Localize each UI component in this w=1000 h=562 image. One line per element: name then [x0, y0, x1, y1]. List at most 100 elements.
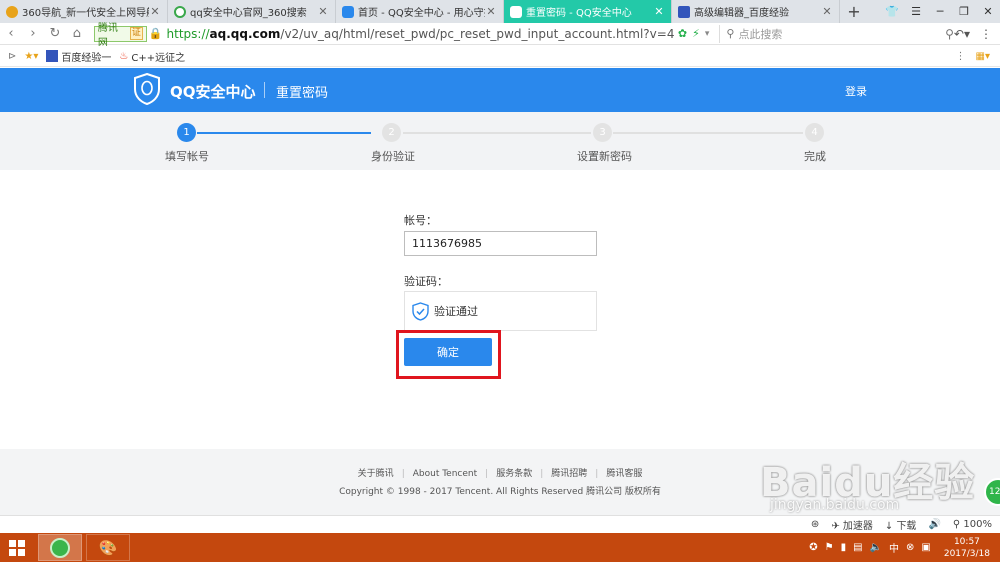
footer-link-terms[interactable]: 服务条款: [496, 469, 532, 479]
bookmarks-bar: ⊳ ★▾ 百度经验一 ♨ C++远征之 ⋮ ▦▾: [0, 46, 1000, 67]
360-icon: [6, 5, 18, 18]
bookmark-cpp[interactable]: ♨ C++远征之: [119, 49, 185, 64]
dropdown-icon[interactable]: ▾: [705, 29, 710, 39]
bookmark-baidu[interactable]: 百度经验一: [46, 49, 111, 64]
windows-taskbar: 🎨 ✪ ⚑ ▮ ▤ 🔈 中 ⊗ ▣ 10:57 2017/3/18: [0, 533, 1000, 562]
account-input[interactable]: [404, 231, 597, 256]
flag-icon[interactable]: ⚑: [825, 542, 834, 553]
search-icon[interactable]: ⚲: [945, 27, 954, 41]
url-scheme: https://: [166, 26, 210, 41]
close-tab-icon[interactable]: ✕: [149, 5, 161, 18]
notification-icon[interactable]: ⊗: [906, 542, 914, 553]
close-tab-icon[interactable]: ✕: [317, 5, 329, 18]
login-link[interactable]: 登录: [845, 83, 867, 99]
refresh-icon[interactable]: ↻: [44, 26, 66, 41]
tab-title: qq安全中心官网_360搜索: [190, 8, 307, 19]
url-host: aq.qq.com: [209, 26, 281, 41]
accelerator-button[interactable]: ✈ 加速器: [831, 517, 873, 532]
system-clock[interactable]: 10:57 2017/3/18: [944, 536, 990, 560]
tab-title: 高级编辑器_百度经验: [694, 8, 789, 19]
footer-link-support[interactable]: 腾讯客服: [606, 469, 642, 479]
accel-label: 加速器: [842, 521, 873, 532]
favorites-icon[interactable]: ★▾: [24, 51, 38, 62]
action-center-icon[interactable]: ▣: [921, 542, 930, 553]
close-tab-icon[interactable]: ✕: [821, 5, 833, 18]
tab-title: 首页 - QQ安全中心 - 用心守护你: [358, 8, 485, 19]
cert-icon: 证: [129, 27, 143, 40]
step-1-label: 填写帐号: [165, 150, 209, 163]
download-button[interactable]: ↓ 下载: [885, 517, 917, 532]
fire-icon: ♨: [119, 50, 129, 62]
site-header: QQ安全中心 重置密码 登录: [0, 68, 1000, 112]
battery-icon[interactable]: ▮: [841, 542, 847, 553]
confirm-button[interactable]: 确定: [404, 338, 492, 366]
volume-tray-icon[interactable]: 🔈: [870, 542, 882, 553]
address-bar: ‹ › ↻ ⌂ 腾讯网 证 🔒 https://aq.qq.com/v2/uv_…: [0, 23, 1000, 49]
more-icon[interactable]: ⋮: [956, 51, 966, 62]
apps-icon[interactable]: ▦▾: [976, 51, 990, 62]
divider: |: [595, 469, 599, 479]
back-icon[interactable]: ‹: [0, 26, 22, 41]
skin-icon[interactable]: 👕: [880, 0, 904, 23]
taskbar-paint[interactable]: 🎨: [86, 534, 130, 561]
close-window-icon[interactable]: ✕: [976, 0, 1000, 23]
ime-icon[interactable]: 中: [889, 540, 899, 555]
shield-icon: [510, 5, 522, 18]
url-field[interactable]: https://aq.qq.com/v2/uv_aq/html/reset_pw…: [167, 27, 674, 41]
tab-360-search[interactable]: qq安全中心官网_360搜索 ✕: [168, 0, 336, 23]
zoom-level: 100%: [963, 519, 992, 530]
lightning-icon[interactable]: ⚡: [692, 27, 700, 40]
step-connector: [613, 132, 803, 134]
system-tray: ✪ ⚑ ▮ ▤ 🔈 中 ⊗ ▣ 10:57 2017/3/18: [809, 536, 1000, 560]
url-path: /v2/uv_aq/html/reset_pwd/pc_reset_pwd_in…: [280, 26, 674, 41]
search-field[interactable]: ⚲ 点此搜索: [719, 24, 945, 43]
captcha-label: 验证码：: [404, 275, 448, 288]
footer-link-about[interactable]: 关于腾讯: [358, 469, 394, 479]
browser-status-bar: ⊛ ✈ 加速器 ↓ 下载 🔊 ⚲ 100%: [0, 515, 1000, 533]
windows-start-icon[interactable]: [0, 533, 34, 562]
taskbar-360-browser[interactable]: [38, 534, 82, 561]
window-controls: 👕 ☰ ─ ❐ ✕: [880, 0, 1000, 23]
search-engine-icon: [174, 5, 186, 18]
footer-link-about-en[interactable]: About Tencent: [413, 469, 477, 479]
close-tab-icon[interactable]: ✕: [653, 5, 665, 18]
undo-icon[interactable]: ↶▾: [954, 27, 970, 41]
bookmark-label: 百度经验一: [61, 52, 112, 64]
zoom-control[interactable]: ⚲ 100%: [953, 519, 992, 530]
step-1-circle: 1: [177, 123, 196, 142]
download-label: 下载: [896, 521, 917, 532]
restore-icon[interactable]: ❐: [952, 0, 976, 23]
search-placeholder: 点此搜索: [738, 27, 783, 41]
more-icon[interactable]: ⋮: [980, 27, 992, 41]
360-tray-icon[interactable]: ✪: [809, 542, 817, 553]
new-tab-button[interactable]: +: [840, 0, 868, 23]
tab-reset-password[interactable]: 重置密码 - QQ安全中心 ✕: [504, 0, 672, 23]
network-tray-icon[interactable]: ▤: [853, 542, 862, 553]
footer-link-jobs[interactable]: 腾讯招聘: [551, 469, 587, 479]
tab-qq-home[interactable]: 首页 - QQ安全中心 - 用心守护你 ✕: [336, 0, 504, 23]
security-check-icon[interactable]: ✿: [678, 27, 687, 40]
step-2-label: 身份验证: [371, 150, 415, 163]
brand-name[interactable]: QQ安全中心: [170, 81, 256, 102]
expand-bookmarks-icon[interactable]: ⊳: [8, 51, 16, 62]
site-verification-badge[interactable]: 腾讯网 证: [93, 23, 147, 49]
bookmark-label: C++远征之: [131, 52, 186, 64]
menu-icon[interactable]: ☰: [904, 0, 928, 23]
lock-icon[interactable]: 🔒: [149, 27, 163, 40]
clock-date: 2017/3/18: [943, 548, 990, 559]
forward-icon[interactable]: ›: [22, 26, 44, 41]
captcha-widget[interactable]: 验证通过: [404, 291, 597, 331]
baidu-watermark-url: jingyan.baidu.com: [770, 497, 900, 513]
tab-baidu-editor[interactable]: 高级编辑器_百度经验 ✕: [672, 0, 840, 23]
network-icon[interactable]: ⊛: [811, 519, 819, 530]
baidu-jingyan-icon: [46, 50, 59, 62]
home-icon[interactable]: ⌂: [66, 26, 88, 41]
minimize-icon[interactable]: ─: [928, 0, 952, 23]
search-icon: ⚲: [726, 27, 735, 40]
tab-360-nav[interactable]: 360导航_新一代安全上网导航 ✕: [0, 0, 168, 23]
site-name: 腾讯网: [97, 22, 118, 49]
tab-bar: 360导航_新一代安全上网导航 ✕ qq安全中心官网_360搜索 ✕ 首页 - …: [0, 0, 1000, 23]
close-tab-icon[interactable]: ✕: [485, 5, 497, 18]
volume-icon[interactable]: 🔊: [928, 519, 940, 530]
shield-check-icon: [412, 301, 429, 321]
